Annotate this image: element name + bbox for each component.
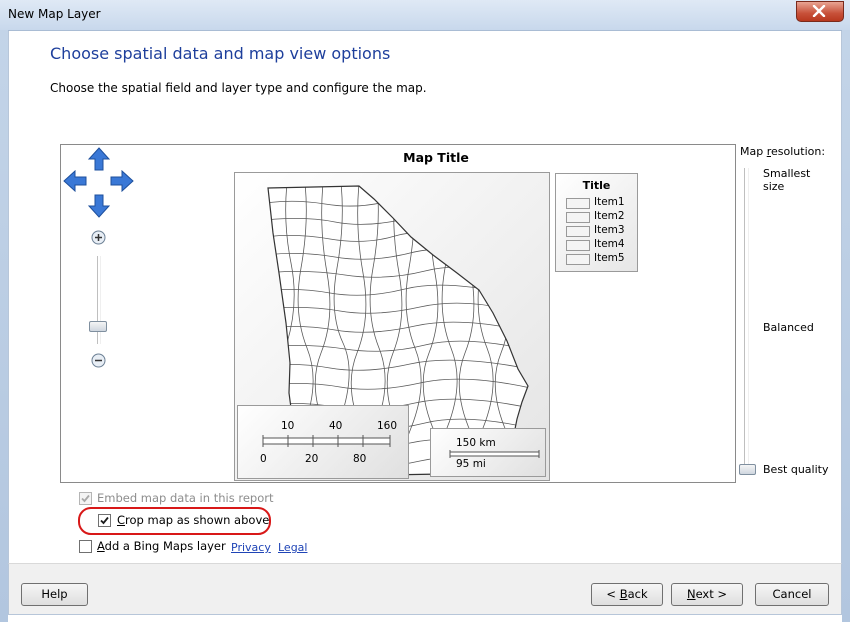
distance-tick-top: 160 (377, 420, 398, 432)
zoom-in-icon[interactable] (91, 230, 106, 245)
resolution-smallest-label-line2: size (763, 180, 785, 193)
checkmark-icon (81, 494, 90, 503)
back-button[interactable]: < Back (591, 583, 663, 606)
legend-title: Title (582, 179, 611, 192)
zoom-out-icon[interactable] (91, 353, 106, 368)
distance-scale-bar (262, 435, 391, 447)
pan-up-arrow-icon[interactable] (88, 147, 110, 171)
resolution-best-label: Best quality (763, 463, 829, 476)
scale-bar[interactable]: 150 km 95 mi (430, 428, 546, 477)
resolution-slider-thumb[interactable] (739, 464, 756, 475)
pan-right-arrow-icon[interactable] (110, 170, 134, 192)
map-title: Map Title (403, 150, 469, 165)
title-bar: New Map Layer (0, 0, 850, 31)
scale-bar-km: 150 km (456, 437, 496, 449)
next-button[interactable]: Next > (671, 583, 743, 606)
help-button[interactable]: Help (21, 583, 88, 606)
window-border-right (842, 30, 850, 622)
close-button[interactable] (796, 1, 844, 22)
resolution-balanced-label: Balanced (763, 321, 814, 334)
privacy-link[interactable]: Privacy (231, 541, 271, 554)
page-heading: Choose spatial data and map view options (50, 44, 391, 63)
window-border-left (0, 30, 8, 622)
cancel-button[interactable]: Cancel (755, 583, 829, 606)
legal-link[interactable]: Legal (278, 541, 307, 554)
distance-tick-bottom: 20 (305, 453, 319, 465)
crop-map-checkbox[interactable] (98, 514, 111, 527)
distance-scale[interactable]: 10 40 160 0 20 80 (237, 405, 409, 479)
distance-tick-top: 10 (281, 420, 295, 432)
map-legend[interactable]: Title Item1 Item2 Item3 Item4 Item5 (555, 173, 638, 272)
scale-bar-mi: 95 mi (456, 458, 486, 470)
embed-map-data-label: Embed map data in this report (97, 491, 274, 505)
crop-map-label: Crop map as shown above (117, 513, 270, 527)
resolution-slider-track[interactable] (744, 168, 749, 468)
distance-tick-bottom: 0 (260, 453, 267, 465)
pan-down-arrow-icon[interactable] (88, 194, 110, 218)
resolution-smallest-label: Smallest (763, 167, 811, 180)
bing-maps-checkbox[interactable] (79, 540, 92, 553)
embed-map-data-checkbox[interactable] (79, 492, 92, 505)
scale-bar-line (449, 450, 540, 458)
pan-left-arrow-icon[interactable] (63, 170, 87, 192)
window-title: New Map Layer (8, 7, 101, 21)
bing-maps-label: Add a Bing Maps layer (97, 539, 226, 553)
zoom-slider-thumb[interactable] (89, 320, 107, 332)
checkmark-icon (100, 516, 109, 525)
page-subheading: Choose the spatial field and layer type … (50, 81, 427, 95)
close-icon (812, 5, 826, 17)
distance-tick-bottom: 80 (353, 453, 367, 465)
distance-tick-top: 40 (329, 420, 343, 432)
map-resolution-label: Map resolution: (740, 145, 826, 158)
